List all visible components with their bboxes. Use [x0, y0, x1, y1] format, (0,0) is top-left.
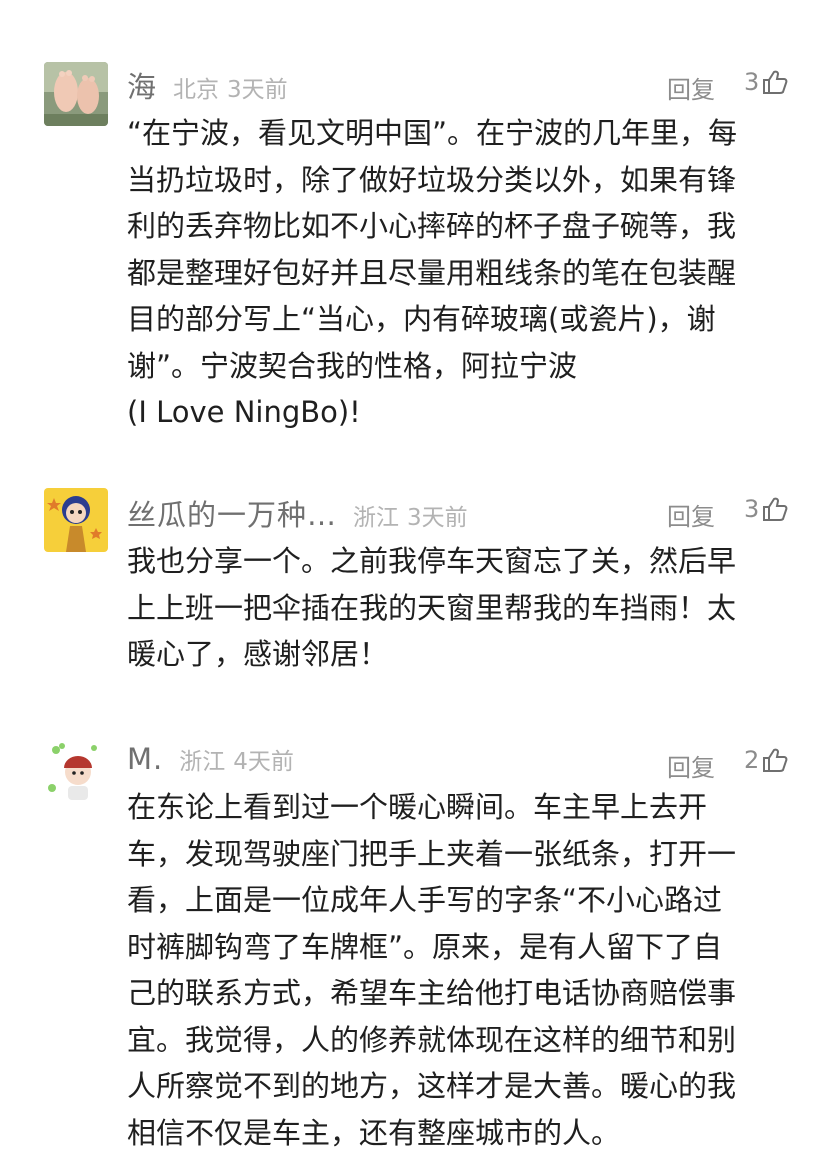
avatar[interactable]	[44, 62, 108, 126]
timestamp: 3天前	[407, 505, 468, 531]
comment-meta: M. 浙江 4天前	[127, 742, 294, 782]
location-label: 浙江	[179, 749, 226, 775]
thumbs-up-icon	[763, 70, 788, 94]
thumbs-up-icon	[763, 497, 788, 521]
location-label: 浙江	[353, 505, 400, 531]
author-name[interactable]: 海	[127, 64, 157, 106]
comment-text: 在东论上看到过一个暖心瞬间。车主早上去开 车，发现驾驶座门把手上夹着一张纸条，打…	[127, 790, 737, 1150]
comment-meta: 海 北京 3天前	[127, 64, 288, 104]
reply-button[interactable]: 回复	[667, 70, 715, 105]
like-button[interactable]: 3	[744, 68, 789, 96]
timestamp: 4天前	[233, 749, 294, 775]
author-name[interactable]: M.	[127, 742, 163, 776]
reply-button[interactable]: 回复	[667, 497, 715, 532]
avatar[interactable]	[44, 740, 108, 804]
comment-text: 我也分享一个。之前我停车天窗忘了关，然后早 上上班一把伞插在我的天窗里帮我的车挡…	[127, 544, 737, 671]
comment-meta: 丝瓜的一万种… 浙江 3天前	[127, 492, 468, 532]
thumbs-up-icon	[763, 748, 788, 772]
like-count: 3	[744, 495, 760, 523]
reply-button[interactable]: 回复	[667, 748, 715, 783]
avatar[interactable]	[44, 488, 108, 552]
like-button[interactable]: 3	[744, 495, 789, 523]
author-name[interactable]: 丝瓜的一万种…	[127, 492, 337, 534]
like-count: 2	[744, 746, 760, 774]
like-button[interactable]: 2	[744, 746, 789, 774]
cartoon-character-avatar-icon	[44, 740, 108, 804]
timestamp: 3天前	[227, 77, 288, 103]
location-label: 北京	[173, 77, 220, 103]
cartoon-girl-avatar-icon	[44, 488, 108, 552]
comment-text: “在宁波，看见文明中国”。在宁波的几年里，每 当扔垃圾时，除了做好垃圾分类以外，…	[127, 116, 738, 429]
baby-feet-photo-icon	[44, 62, 108, 126]
like-count: 3	[744, 68, 760, 96]
